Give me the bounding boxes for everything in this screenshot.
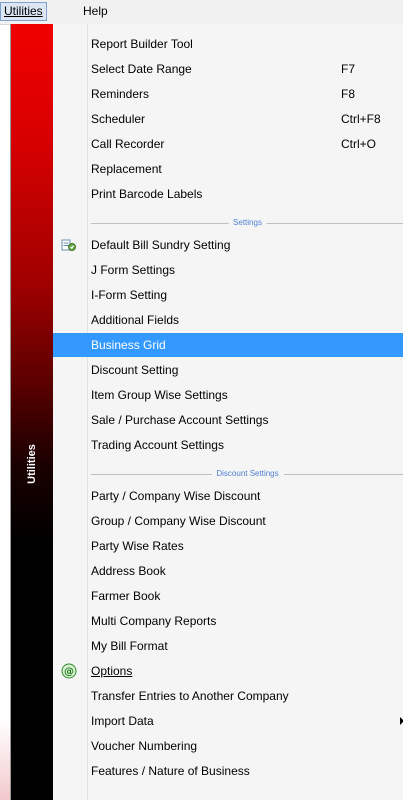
menu-item-label: Options <box>91 664 133 678</box>
menu-side-strip: Utilities <box>11 24 53 800</box>
menu-item-report-builder-tool[interactable]: Report Builder Tool <box>53 32 403 56</box>
menu-item-features-nature-of-business[interactable]: Features / Nature of Business <box>53 759 403 783</box>
menu-item-reminders[interactable]: Reminders F8 <box>53 82 403 106</box>
shortcut-label: F8 <box>341 87 356 101</box>
menu-item-label: Default Bill Sundry Setting <box>91 238 231 252</box>
svg-text:@: @ <box>64 667 74 678</box>
menu-item-group-company-wise-discount[interactable]: Group / Company Wise Discount <box>53 509 403 533</box>
menu-item-sale-purchase-account-settings[interactable]: Sale / Purchase Account Settings <box>53 408 403 432</box>
separator-discount-settings: Discount Settings <box>91 467 403 481</box>
menu-item-label: Print Barcode Labels <box>91 187 203 201</box>
separator-settings: Settings <box>91 216 403 230</box>
menu-item-discount-setting[interactable]: Discount Setting <box>53 358 403 382</box>
menu-item-replacement[interactable]: Replacement <box>53 157 403 181</box>
shortcut-label: Ctrl+F8 <box>341 112 381 126</box>
menu-item-select-date-range[interactable]: Select Date Range F7 <box>53 57 403 81</box>
background-edge <box>0 720 10 800</box>
menu-item-i-form-setting[interactable]: I-Form Setting <box>53 283 403 307</box>
menu-item-label: My Bill Format <box>91 639 168 653</box>
menu-help-label: Help <box>83 4 108 18</box>
menu-item-call-recorder[interactable]: Call Recorder Ctrl+O <box>53 132 403 156</box>
menu-item-party-wise-rates[interactable]: Party Wise Rates <box>53 534 403 558</box>
options-at-icon: @ <box>61 663 77 679</box>
menu-item-label: Farmer Book <box>91 589 161 603</box>
menu-bar: Utilities Help <box>0 0 403 25</box>
menu-item-label: Item Group Wise Settings <box>91 388 228 402</box>
menu-item-party-company-wise-discount[interactable]: Party / Company Wise Discount <box>53 484 403 508</box>
menu-item-import-data[interactable]: Import Data <box>53 709 403 733</box>
strip-label: Utilities <box>26 444 38 484</box>
menu-item-business-grid[interactable]: Business Grid <box>53 333 403 357</box>
menu-item-additional-fields[interactable]: Additional Fields <box>53 308 403 332</box>
menu-item-my-bill-format[interactable]: My Bill Format <box>53 634 403 658</box>
menu-item-label: Select Date Range <box>91 62 192 76</box>
menu-item-label: Replacement <box>91 162 162 176</box>
menu-item-label: Party / Company Wise Discount <box>91 489 261 503</box>
menu-item-options[interactable]: @ Options <box>53 659 403 683</box>
menu-item-print-barcode-labels[interactable]: Print Barcode Labels <box>53 182 403 206</box>
menu-item-label: Transfer Entries to Another Company <box>91 689 289 703</box>
separator-label: Settings <box>228 216 267 230</box>
menu-item-label: Discount Setting <box>91 363 179 377</box>
utilities-dropdown-menu: Utilities Report Builder Tool Select Dat… <box>10 24 403 800</box>
menu-item-transfer-entries[interactable]: Transfer Entries to Another Company <box>53 684 403 708</box>
menu-item-label: Business Grid <box>91 338 166 352</box>
menu-help[interactable]: Help <box>80 3 111 20</box>
menu-item-default-bill-sundry-setting[interactable]: Default Bill Sundry Setting <box>53 233 403 257</box>
menu-item-label: I-Form Setting <box>91 288 168 302</box>
menu-item-label: Import Data <box>91 714 154 728</box>
menu-item-label: Additional Fields <box>91 313 180 327</box>
shortcut-label: F7 <box>341 62 356 76</box>
menu-item-label: Report Builder Tool <box>91 37 193 51</box>
menu-item-label: Trading Account Settings <box>91 438 224 452</box>
menu-item-label: Party Wise Rates <box>91 539 184 553</box>
menu-item-scheduler[interactable]: Scheduler Ctrl+F8 <box>53 107 403 131</box>
menu-item-item-group-wise-settings[interactable]: Item Group Wise Settings <box>53 383 403 407</box>
menu-item-label: J Form Settings <box>91 263 176 277</box>
menu-utilities-label: Utilities <box>4 4 43 18</box>
menu-item-label: Group / Company Wise Discount <box>91 514 266 528</box>
menu-utilities[interactable]: Utilities <box>0 2 47 21</box>
menu-item-label: Voucher Numbering <box>91 739 198 753</box>
menu-item-multi-company-reports[interactable]: Multi Company Reports <box>53 609 403 633</box>
menu-item-address-book[interactable]: Address Book <box>53 559 403 583</box>
shortcut-label: Ctrl+O <box>341 137 377 151</box>
menu-item-farmer-book[interactable]: Farmer Book <box>53 584 403 608</box>
menu-item-trading-account-settings[interactable]: Trading Account Settings <box>53 433 403 457</box>
menu-item-label: Address Book <box>91 564 166 578</box>
menu-item-label: Reminders <box>91 87 150 101</box>
menu-item-label: Sale / Purchase Account Settings <box>91 413 269 427</box>
menu-item-label: Scheduler <box>91 112 146 126</box>
separator-label: Discount Settings <box>211 467 284 481</box>
menu-item-label: Multi Company Reports <box>91 614 217 628</box>
menu-item-label: Features / Nature of Business <box>91 764 250 778</box>
menu-item-label: Call Recorder <box>91 137 165 151</box>
bill-sundry-icon <box>61 237 77 253</box>
menu-item-j-form-settings[interactable]: J Form Settings <box>53 258 403 282</box>
menu-item-voucher-numbering[interactable]: Voucher Numbering <box>53 734 403 758</box>
